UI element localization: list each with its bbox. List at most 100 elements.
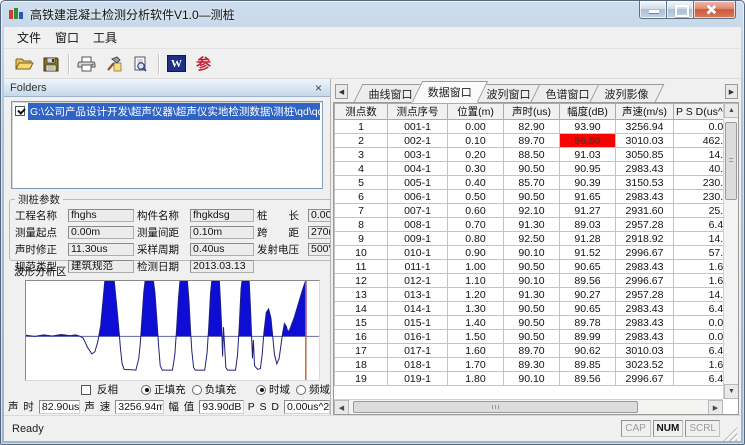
file-checkbox-icon[interactable] [15,106,25,116]
invert-phase-checkbox[interactable]: 反相 [80,382,118,397]
table-cell: 90.50 [504,260,560,274]
print-preview-button[interactable] [127,51,154,76]
table-cell: 91.52 [560,246,616,260]
table-row[interactable]: 6006-10.5090.5091.652983.43230.4 [335,190,733,204]
table-row[interactable]: 13013-11.2091.3090.272957.2814.4 [335,288,733,302]
table-row[interactable]: 16016-11.5090.5089.992983.430.00 [335,330,733,344]
table-cell: 1.70 [448,358,504,372]
report-tool-button[interactable] [100,51,127,76]
radio-time-domain[interactable]: 时域 [256,382,290,397]
param-label-measure-interval: 测量间距 [137,225,187,240]
column-header: 位置(m) [448,104,504,120]
table-cell: 9 [335,232,388,246]
table-row[interactable]: 7007-10.6092.1091.272931.6025.6 [335,204,733,218]
file-list-item[interactable]: G:\公司产品设计开发\超声仪器\超声仪实地检测数据\测桩\qd\qd03\qd… [14,104,320,118]
menu-item-tools[interactable]: 工具 [86,27,124,48]
radio-negative-fill[interactable]: 负填充 [192,382,237,397]
waveform-section-title: 波形分析区 [14,264,330,279]
menu-item-window[interactable]: 窗口 [48,27,86,48]
table-cell: 2983.43 [616,260,674,274]
table-cell: 017-1 [388,344,448,358]
open-folder-icon [14,56,34,72]
table-cell: 014-1 [388,302,448,316]
table-cell: 2931.60 [616,204,674,218]
table-row[interactable]: 2002-10.1089.7086.803010.03462.4 [335,134,733,148]
table-row[interactable]: 4004-10.3090.5090.952983.4340.0 [335,162,733,176]
table-row[interactable]: 18018-11.7089.3089.853023.521.60 [335,358,733,372]
tab-scroll-left-button[interactable]: ◀ [335,84,348,99]
vertical-scrollbar-thumb[interactable] [725,122,737,200]
data-table-area: 测点数测点序号位置(m)声时(us)幅度(dB)声速(m/s)P S D(us^… [333,103,739,415]
table-row[interactable]: 1001-10.0082.9093.903256.940.00 [335,120,733,134]
psd-field[interactable]: 0.00us^2/m [284,400,330,414]
horizontal-scrollbar[interactable]: ◀ ▶ [334,399,723,414]
table-row[interactable]: 9009-10.8092.5091.282918.9214.4 [335,232,733,246]
waveform-display[interactable] [25,280,320,381]
print-button[interactable] [73,51,100,76]
param-label-project-name: 工程名称 [15,208,65,223]
table-cell: 10 [335,246,388,260]
desktop-background: 高铁建混凝土检测分析软件V1.0—测桩 文件窗口工具 [0,0,745,445]
table-row[interactable]: 15015-11.4090.5089.782983.430.00 [335,316,733,330]
vertical-scrollbar-track[interactable] [724,204,738,384]
maximize-button[interactable] [667,1,694,19]
table-row[interactable]: 5005-10.4085.7090.393150.53230.4 [335,176,733,190]
scroll-left-icon[interactable]: ◀ [334,400,349,415]
radio-icon[interactable] [141,385,151,395]
save-button[interactable] [37,51,64,76]
amplitude-field[interactable]: 93.90dB [199,400,243,414]
param-value-component-name: fhgkdsg [190,209,254,222]
scroll-down-icon[interactable]: ▼ [724,384,739,399]
table-cell: 008-1 [388,218,448,232]
table-cell: 90.27 [560,288,616,302]
vertical-scrollbar[interactable]: ▲ ▼ [723,103,738,399]
horizontal-scrollbar-thumb[interactable] [353,401,638,413]
tab-wavetrain-image[interactable]: 波列影像 [590,84,665,102]
psd-label: P S D [248,401,280,413]
table-row[interactable]: 10010-10.9090.1091.522996.6757.6 [335,246,733,260]
parameter-button[interactable]: 参 [190,51,217,76]
table-cell: 0.00 [448,120,504,134]
radio-positive-fill[interactable]: 正填充 [141,382,186,397]
checkbox-icon[interactable] [81,385,91,395]
table-row[interactable]: 17017-11.6089.7090.623010.036.40 [335,344,733,358]
table-cell: 4 [335,162,388,176]
param-value-span-distance: 270mm [308,226,331,239]
resize-grip[interactable] [723,427,737,441]
table-row[interactable]: 11011-11.0090.5090.652983.431.60 [335,260,733,274]
status-text: Ready [12,423,44,435]
close-panel-icon[interactable]: × [313,83,324,93]
tab-scroll-right-button[interactable]: ▶ [725,84,738,99]
open-file-button[interactable] [10,51,37,76]
table-row[interactable]: 19019-11.8090.1089.562996.676.40 [335,372,733,386]
minimize-button[interactable] [639,1,667,19]
table-cell: 0.70 [448,218,504,232]
radio-icon[interactable] [192,385,202,395]
tab-data-window[interactable]: 数据窗口 [412,81,488,102]
table-cell: 92.10 [504,204,560,218]
table-cell: 3010.03 [616,134,674,148]
table-row[interactable]: 14014-11.3090.5090.652983.436.40 [335,302,733,316]
titlebar[interactable]: 高铁建混凝土检测分析软件V1.0—测桩 [1,1,744,27]
radio-icon[interactable] [256,385,266,395]
table-cell: 6 [335,190,388,204]
table-cell: 90.50 [504,316,560,330]
export-word-button[interactable]: W [163,51,190,76]
radio-icon[interactable] [296,385,306,395]
table-row[interactable]: 12012-11.1090.1089.562996.671.60 [335,274,733,288]
horizontal-scrollbar-track[interactable] [642,400,708,414]
menu-item-file[interactable]: 文件 [10,27,48,48]
tabs: 曲线窗口数据窗口波列窗口色谱窗口波列影像 [358,81,653,102]
radio-freq-domain[interactable]: 频域 [296,382,330,397]
table-cell: 003-1 [388,148,448,162]
sound-velocity-field[interactable]: 3256.94m/s [115,400,164,414]
file-list[interactable]: G:\公司产品设计开发\超声仪器\超声仪实地检测数据\测桩\qd\qd03\qd… [11,101,323,189]
column-header: 声时(us) [504,104,560,120]
close-button[interactable] [694,1,736,19]
scroll-right-icon[interactable]: ▶ [708,400,723,415]
table-row[interactable]: 8008-10.7091.3089.032957.286.40 [335,218,733,232]
indicator-num: NUM [653,420,684,437]
scroll-up-icon[interactable]: ▲ [724,103,739,118]
table-row[interactable]: 3003-10.2088.5091.033050.8514.4 [335,148,733,162]
sound-time-field[interactable]: 82.90us [39,400,80,414]
